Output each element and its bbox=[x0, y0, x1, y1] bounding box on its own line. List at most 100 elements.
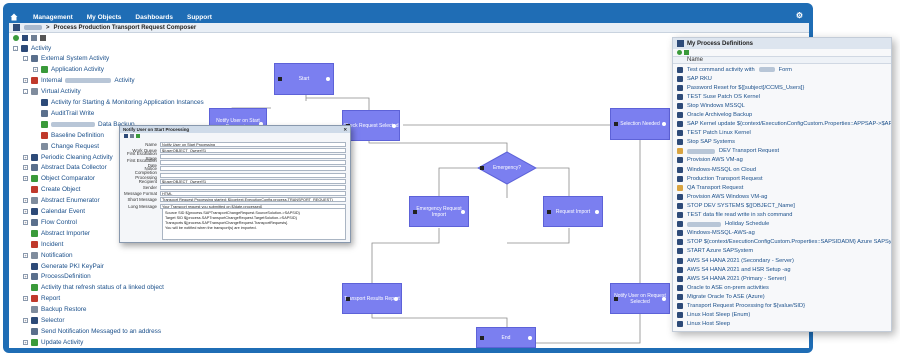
definition-item[interactable]: Test command activity with Form bbox=[673, 65, 891, 74]
delete-icon[interactable] bbox=[40, 34, 46, 41]
refresh-icon[interactable] bbox=[677, 50, 682, 55]
definition-item[interactable]: AWS S4 HANA 2021 and HSR Setup -ag bbox=[673, 265, 891, 274]
expand-icon[interactable]: + bbox=[23, 176, 28, 182]
definition-item[interactable]: Linux Host Sleep bbox=[673, 320, 891, 329]
definition-item[interactable]: QA Transport Request bbox=[673, 183, 891, 192]
add-icon[interactable] bbox=[684, 50, 689, 55]
tree-item[interactable]: Send Notification Messaged to an address bbox=[23, 326, 161, 336]
expand-icon[interactable]: + bbox=[33, 67, 38, 73]
tree-item[interactable]: + Object Comparator bbox=[23, 174, 95, 184]
definition-item[interactable]: SAP RKU bbox=[673, 74, 891, 83]
menu-support[interactable]: Support bbox=[187, 14, 212, 21]
tree-item[interactable]: Abstract Importer bbox=[23, 228, 90, 238]
field-input[interactable] bbox=[160, 166, 346, 172]
tree-item[interactable]: AuditTrail Write bbox=[33, 108, 94, 118]
field-input[interactable]: Transport Request Processing started: ${… bbox=[160, 197, 346, 203]
save-icon[interactable] bbox=[22, 34, 28, 41]
definition-item[interactable]: Provision AWS VM-ag bbox=[673, 156, 891, 165]
definition-item[interactable]: Oracle to ASE on-prem activities bbox=[673, 283, 891, 292]
field-input[interactable] bbox=[160, 160, 346, 166]
definition-item[interactable]: SAP Kernel update ${context/ExecutionCon… bbox=[673, 120, 891, 129]
expand-icon[interactable]: + bbox=[23, 339, 28, 345]
save-icon[interactable] bbox=[124, 134, 128, 138]
expand-icon[interactable]: + bbox=[23, 274, 28, 280]
definition-item[interactable]: Provision AWS Windows VM-ag bbox=[673, 192, 891, 201]
tree-item[interactable]: + Application Activity bbox=[33, 65, 104, 75]
definition-item[interactable]: Linux Host Sleep (Enum) bbox=[673, 311, 891, 320]
start-node[interactable]: Start bbox=[274, 63, 334, 95]
menu-dashboards[interactable]: Dashboards bbox=[135, 14, 173, 21]
refresh-icon[interactable] bbox=[136, 134, 140, 138]
selection-needed-node[interactable]: Selection Needed bbox=[610, 108, 670, 140]
field-input[interactable]: Notify User on Start Processing bbox=[160, 141, 346, 147]
collapse-icon[interactable]: - bbox=[23, 56, 28, 62]
definition-item[interactable]: Windows-MSSQL on Cloud bbox=[673, 165, 891, 174]
menu-management[interactable]: Management bbox=[33, 14, 73, 21]
menu-my-objects[interactable]: My Objects bbox=[87, 14, 122, 21]
tree-item[interactable]: Change Request bbox=[33, 141, 99, 151]
tree-item[interactable]: Activity that refresh status of a linked… bbox=[23, 283, 164, 293]
expand-icon[interactable]: + bbox=[23, 252, 28, 258]
tree-item[interactable]: Create Object bbox=[23, 185, 80, 195]
tree-item[interactable]: Backup Restore bbox=[23, 305, 86, 315]
gear-icon[interactable]: ⚙ bbox=[796, 11, 803, 20]
field-input[interactable] bbox=[160, 172, 346, 178]
field-input[interactable]: HTML bbox=[160, 191, 346, 197]
definition-item[interactable]: TEST data file read write in ssh command bbox=[673, 211, 891, 220]
edit-icon[interactable] bbox=[31, 34, 37, 41]
tree-item[interactable]: + Periodic Cleaning Activity bbox=[23, 152, 113, 162]
tree-item[interactable]: + Selector bbox=[23, 316, 64, 326]
tree-item[interactable]: + Abstract Enumerator bbox=[23, 196, 100, 206]
end-node[interactable]: End bbox=[476, 327, 536, 348]
field-input[interactable] bbox=[160, 153, 346, 159]
home-icon[interactable] bbox=[9, 12, 19, 22]
tree-item[interactable]: + Report bbox=[23, 294, 60, 304]
refresh-icon[interactable] bbox=[13, 34, 19, 41]
edit-icon[interactable] bbox=[130, 134, 134, 138]
tree-item[interactable]: - Virtual Activity bbox=[23, 87, 81, 97]
emergency-import-node[interactable]: Emergency Request Import bbox=[409, 196, 469, 227]
field-input[interactable]: ${userOBJECT_Owner!S} bbox=[160, 178, 346, 184]
tree-item[interactable]: + Flow Control bbox=[23, 217, 77, 227]
definition-item[interactable]: Migrate Oracle To ASE (Azure) bbox=[673, 292, 891, 301]
tree-item[interactable]: - External System Activity bbox=[23, 54, 109, 64]
long-message-body[interactable]: Source SID ${process.SAPTransportChangeR… bbox=[162, 208, 346, 240]
tree-item[interactable]: + Update Activity bbox=[23, 337, 83, 347]
request-import-node[interactable]: Request Import bbox=[543, 196, 603, 227]
field-input[interactable] bbox=[160, 184, 346, 190]
definition-item[interactable]: TEST Suse Patch OS Kernel bbox=[673, 92, 891, 101]
definition-item[interactable]: AWS S4 HANA 2021 (Secondary - Server) bbox=[673, 256, 891, 265]
column-header-name[interactable]: Name bbox=[673, 56, 891, 64]
definition-item[interactable]: Stop SAP Systems bbox=[673, 138, 891, 147]
tree-item[interactable]: - Activity bbox=[13, 43, 51, 53]
definition-item[interactable]: Holiday Schedule bbox=[673, 220, 891, 229]
definition-item[interactable]: STOP DEV SYSTEMS ${[OBJECT_Name] bbox=[673, 201, 891, 210]
tree-item[interactable]: Activity for Starting & Monitoring Appli… bbox=[33, 98, 204, 108]
field-input[interactable]: ${userOBJECT_Owner!S} bbox=[160, 147, 346, 153]
tree-item[interactable]: + Calendar Event bbox=[23, 207, 85, 217]
expand-icon[interactable]: + bbox=[23, 219, 28, 225]
expand-icon[interactable]: + bbox=[23, 198, 28, 204]
tree-item[interactable]: + Abstract Data Collector bbox=[23, 163, 107, 173]
definition-item[interactable]: START Azure SAPSystem bbox=[673, 247, 891, 256]
tree-item[interactable]: Incident bbox=[23, 239, 63, 249]
tree-item[interactable]: Generate PKI KeyPair bbox=[23, 261, 104, 271]
close-icon[interactable]: ✕ bbox=[343, 127, 347, 133]
expand-icon[interactable]: + bbox=[23, 165, 28, 171]
expand-icon[interactable]: + bbox=[23, 154, 28, 160]
definition-item[interactable]: Transport Request Processing for ${value… bbox=[673, 301, 891, 310]
definition-item[interactable]: Production Transport Request bbox=[673, 174, 891, 183]
definition-item[interactable]: AWS S4 HANA 2021 (Primary - Server) bbox=[673, 274, 891, 283]
definition-item[interactable]: TEST Patch Linux Kernel bbox=[673, 129, 891, 138]
definition-item[interactable]: STOP ${context/ExecutionConfigCustom.Pro… bbox=[673, 238, 891, 247]
tree-item[interactable]: + Internal Activity bbox=[23, 76, 135, 86]
tree-item[interactable]: Baseline Definition bbox=[33, 130, 104, 140]
definition-item[interactable]: Windows-MSSQL-AWS-ag bbox=[673, 229, 891, 238]
tree-item[interactable]: + Notification bbox=[23, 250, 73, 260]
definition-item[interactable]: DEV Transport Request bbox=[673, 147, 891, 156]
expand-icon[interactable]: + bbox=[23, 318, 28, 323]
definition-item[interactable]: Password Reset for ${[subject]/CCMS_User… bbox=[673, 83, 891, 92]
collapse-icon[interactable]: - bbox=[13, 45, 18, 51]
transport-report-node[interactable]: Transport Results Report bbox=[342, 283, 402, 314]
tree-item[interactable]: + ProcessDefinition bbox=[23, 272, 91, 282]
